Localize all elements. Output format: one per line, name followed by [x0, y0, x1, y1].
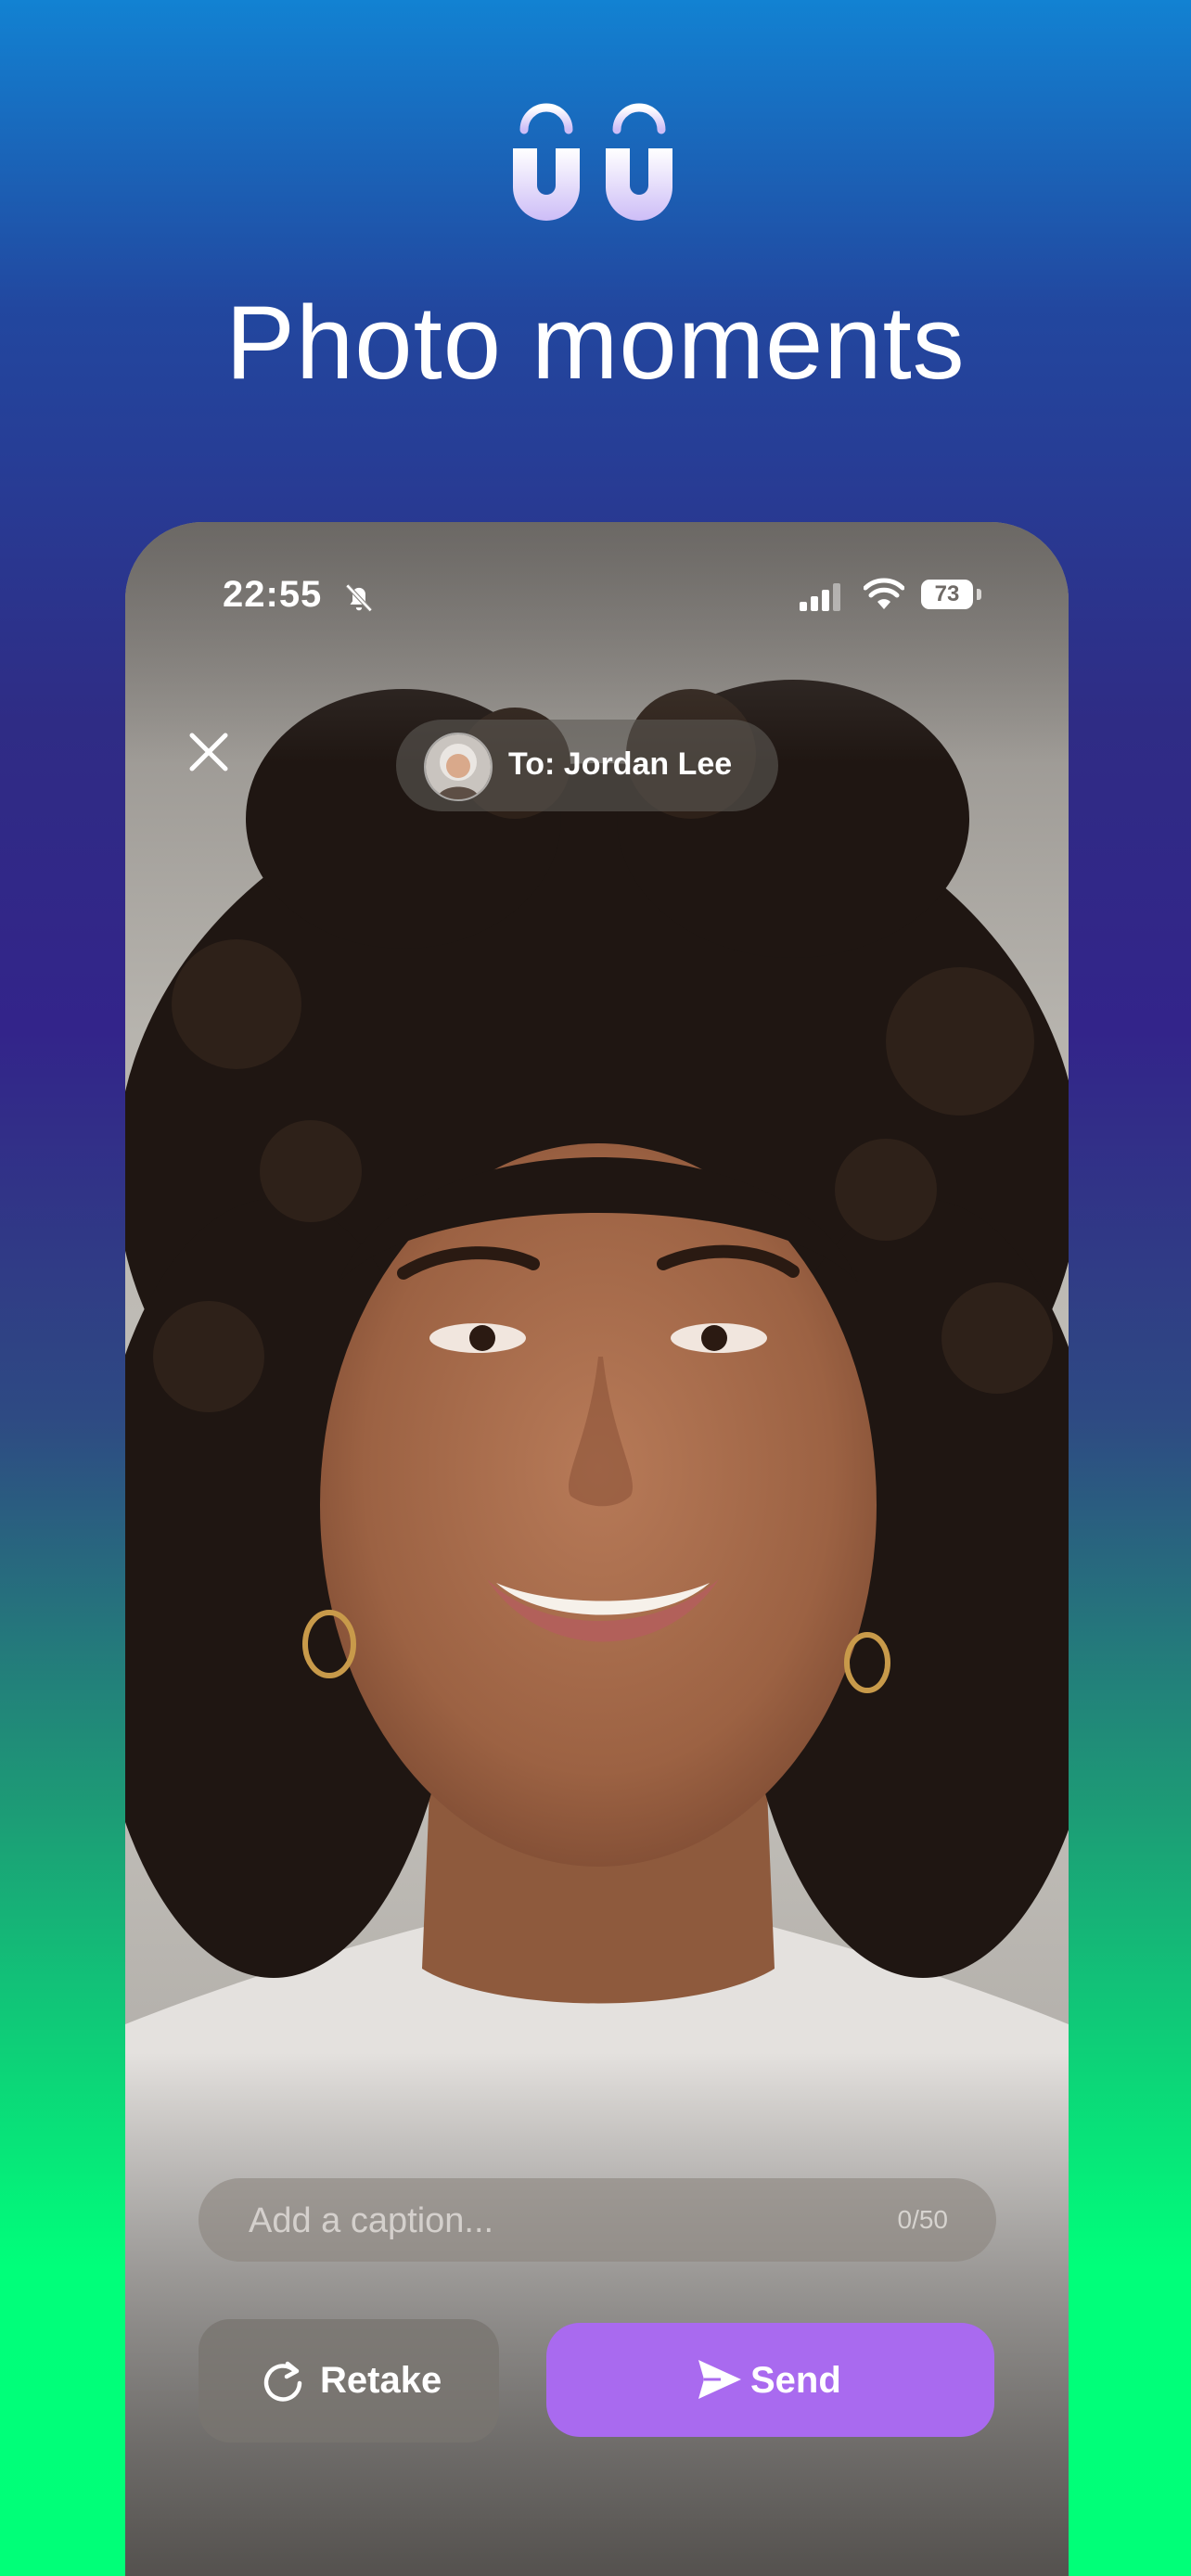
send-button[interactable]: Send [546, 2323, 994, 2437]
bell-slash-icon [345, 583, 373, 612]
close-button[interactable] [183, 726, 235, 778]
wifi-icon [864, 578, 904, 609]
cellular-signal-icon [800, 583, 840, 611]
battery-indicator: 73 [921, 580, 973, 609]
send-icon [698, 2360, 741, 2399]
status-time: 22:55 [223, 574, 323, 615]
captured-photo [125, 522, 1069, 2576]
caption-char-counter: 0/50 [897, 2205, 949, 2234]
retake-icon [263, 2361, 302, 2402]
recipient-label: To: Jordan Lee [508, 746, 733, 782]
recipient-chip[interactable]: To: Jordan Lee [396, 720, 778, 811]
avatar-image [426, 734, 491, 799]
phone-screen: 22:55 73 To: Jordan Lee Add a caption...… [125, 522, 1069, 2576]
app-logo [513, 103, 672, 221]
caption-input[interactable] [247, 2178, 844, 2264]
send-label: Send [750, 2360, 841, 2401]
page-headline: Photo moments [225, 285, 966, 401]
recipient-avatar [424, 733, 493, 801]
battery-cap [977, 589, 981, 600]
retake-button[interactable]: Retake [198, 2319, 499, 2442]
retake-label: Retake [320, 2360, 442, 2401]
caption-field[interactable]: 0/50 [198, 2178, 996, 2264]
status-bar: 22:55 73 [125, 522, 1069, 680]
